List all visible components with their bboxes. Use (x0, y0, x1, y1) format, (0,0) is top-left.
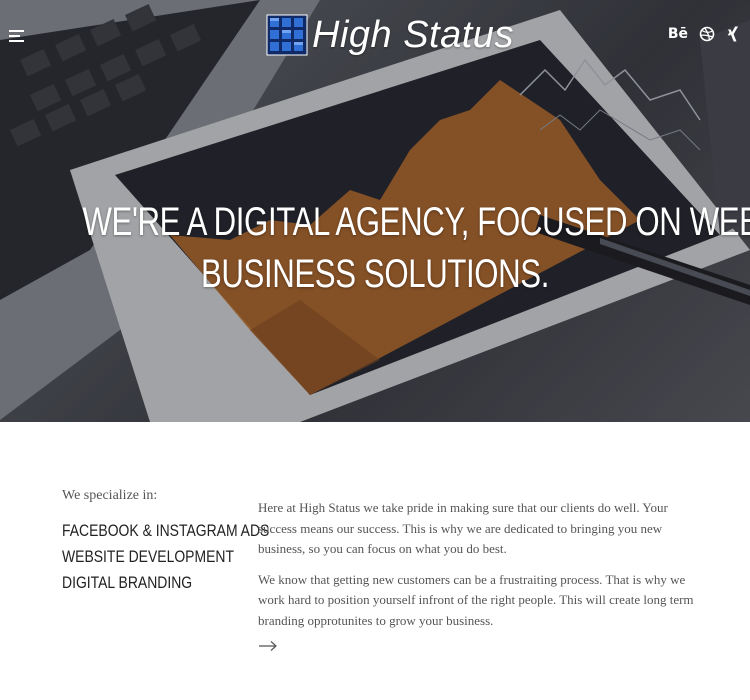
brand-name: High Status (312, 13, 514, 56)
specialize-item: DIGITAL BRANDING (62, 573, 193, 592)
about-paragraph: We know that getting new customers can b… (258, 571, 694, 628)
hero-heading-line: BUSINESS SOLUTIONS. (200, 252, 550, 296)
arrow-right-icon[interactable] (258, 640, 278, 652)
brand-logo[interactable]: High Status (266, 10, 514, 60)
page: High Status Bē WE'RE A DIGITAL AGENCY, F… (0, 0, 750, 700)
menu-bar (9, 30, 24, 32)
menu-toggle-button[interactable] (9, 30, 24, 42)
hero-heading-line: WE'RE A DIGITAL AGENCY, FOCUSED ON WEB B… (82, 200, 750, 244)
specialize-item: FACEBOOK & INSTAGRAM ADS (62, 521, 270, 540)
menu-bar (9, 35, 20, 37)
menu-bar (9, 40, 24, 42)
specialize-intro: We specialize in: (62, 488, 158, 503)
about-text: Here at High Status we take pride in mak… (258, 498, 708, 641)
behance-icon[interactable]: Bē (668, 24, 688, 44)
social-links: Bē (668, 24, 740, 44)
dribbble-icon[interactable] (699, 26, 715, 42)
logo-grid-icon (266, 14, 308, 56)
services-section: We specialize in: FACEBOOK & INSTAGRAM A… (0, 422, 750, 700)
hero-heading: WE'RE A DIGITAL AGENCY, FOCUSED ON WEB B… (82, 196, 750, 300)
xing-icon[interactable] (726, 26, 740, 42)
specialize-item: WEBSITE DEVELOPMENT (62, 547, 234, 566)
about-paragraph: Here at High Status we take pride in mak… (258, 500, 668, 556)
hero-section: High Status Bē WE'RE A DIGITAL AGENCY, F… (0, 0, 750, 422)
